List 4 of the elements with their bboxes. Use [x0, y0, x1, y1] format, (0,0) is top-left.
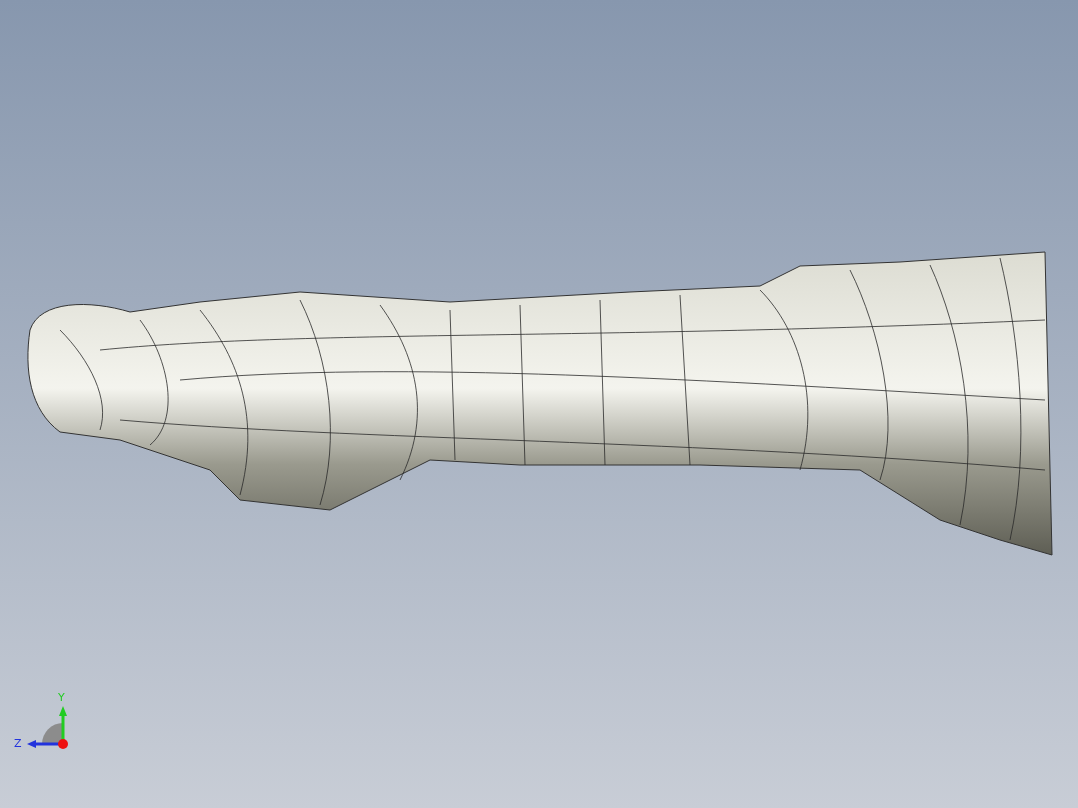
- triad-arc-icon: [42, 723, 63, 744]
- axis-label: Y: [58, 691, 65, 704]
- origin-dot-icon: [58, 739, 68, 749]
- axis-label: Z: [14, 737, 22, 750]
